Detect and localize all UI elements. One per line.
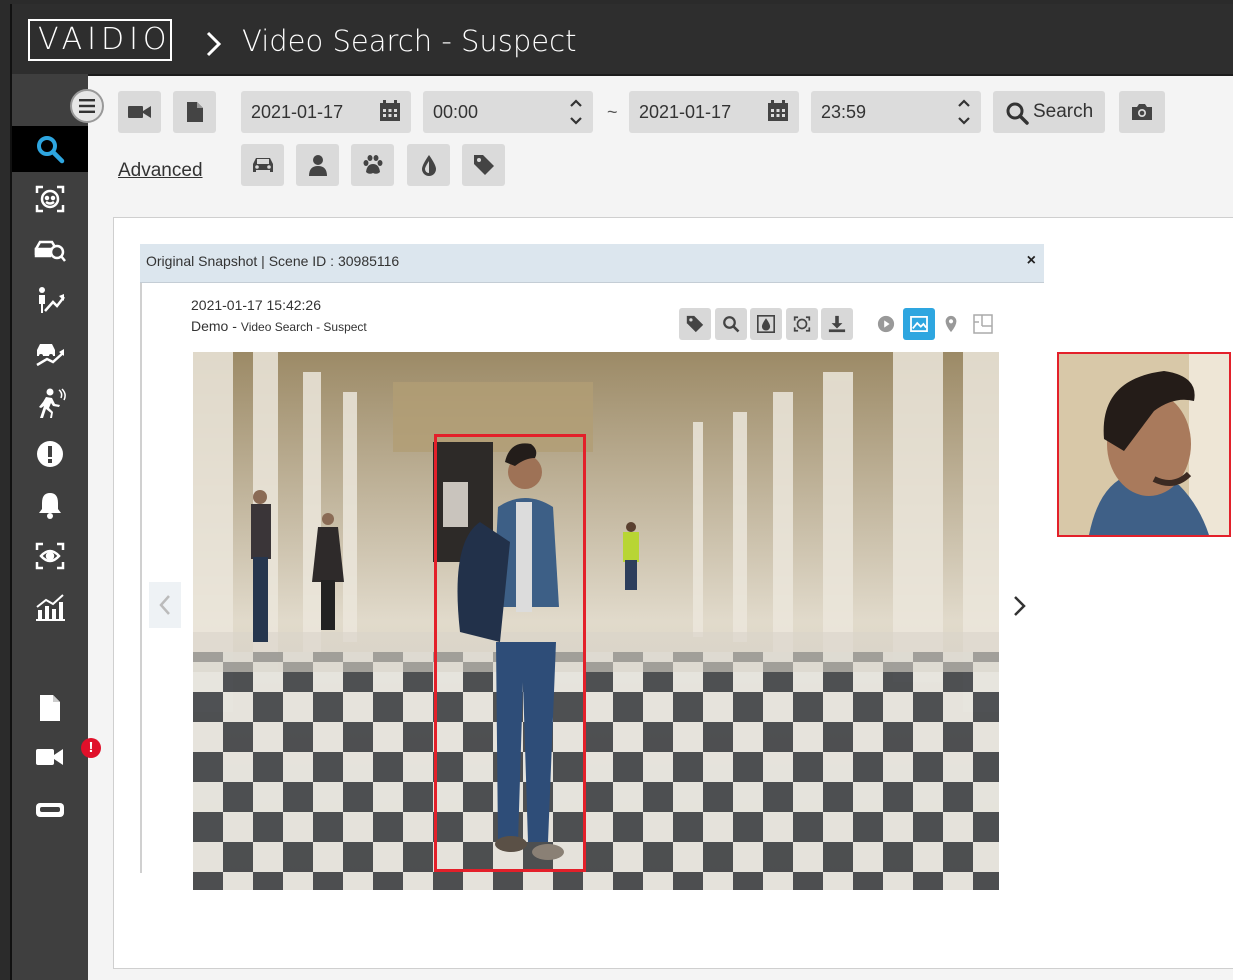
download-snapshot-button[interactable]: [821, 308, 853, 340]
vehicle-trend-icon[interactable]: [12, 329, 88, 375]
search-icon: [723, 316, 740, 333]
alert-icon[interactable]: [12, 431, 88, 477]
next-snapshot-button[interactable]: [1012, 594, 1028, 623]
filter-person-button[interactable]: [296, 144, 339, 186]
download-icon: [828, 315, 846, 333]
end-date-value: 2021-01-17: [639, 102, 732, 122]
car-search-icon[interactable]: [12, 227, 88, 273]
end-time-field[interactable]: 23:59: [811, 91, 981, 133]
face-thumbnail[interactable]: [1057, 352, 1231, 537]
filter-vehicle-button[interactable]: [241, 144, 284, 186]
person-icon: [308, 155, 327, 176]
search-button-label: Search: [1033, 101, 1094, 122]
snapshot-source: Demo - Video Search - Suspect: [191, 318, 367, 334]
photo-camera-icon: [1132, 104, 1152, 120]
search-button[interactable]: Search: [993, 91, 1105, 133]
image-view-button[interactable]: [903, 308, 935, 340]
calendar-icon[interactable]: [767, 100, 789, 122]
video-source-button[interactable]: [118, 91, 161, 133]
date-range-separator: ~: [607, 102, 618, 122]
tag-icon: [686, 315, 704, 333]
start-time-value: 00:00: [433, 102, 479, 122]
snapshot-header: Original Snapshot | Scene ID : 30985116 …: [140, 244, 1044, 283]
time-stepper-icon[interactable]: [569, 97, 583, 127]
tag-icon: [473, 155, 494, 175]
location-button[interactable]: [935, 308, 967, 340]
file-icon: [186, 102, 203, 122]
person-trend-icon[interactable]: [12, 278, 88, 324]
face-snapshot-button[interactable]: [786, 308, 818, 340]
face-scan-icon[interactable]: [12, 176, 88, 222]
storage-icon[interactable]: [12, 787, 88, 833]
filter-color-button[interactable]: [407, 144, 450, 186]
image-icon: [910, 316, 928, 332]
video-camera-icon: [127, 106, 151, 118]
page-title: Video Search - Suspect: [242, 24, 577, 58]
vaidio-logo[interactable]: VAIDIO: [28, 19, 172, 61]
app-window: VAIDIO Video Search - Suspect ! 2021-01-…: [10, 4, 1233, 980]
calendar-icon[interactable]: [379, 100, 401, 122]
snapshot-title: Original Snapshot | Scene ID : 30985116: [146, 253, 400, 269]
sidebar: !: [12, 74, 101, 980]
close-icon[interactable]: ×: [1027, 252, 1036, 270]
snapshot-image[interactable]: [193, 352, 999, 890]
search-icon: [1006, 102, 1029, 125]
camera-alert-badge: !: [81, 737, 101, 758]
face-crop-illustration: [1059, 354, 1229, 535]
camera-group-label: Demo -: [191, 318, 237, 334]
start-date-value: 2021-01-17: [251, 102, 344, 122]
chevron-right-icon: [1014, 596, 1026, 616]
camera-icon[interactable]: !: [12, 736, 101, 782]
zoom-snapshot-button[interactable]: [715, 308, 747, 340]
drop-icon: [421, 155, 436, 176]
end-time-value: 23:59: [821, 102, 867, 122]
bar-chart-icon[interactable]: [12, 584, 88, 630]
hall-scene-illustration: [193, 352, 999, 890]
filter-tag-button[interactable]: [462, 144, 505, 186]
app-header: VAIDIO Video Search - Suspect: [12, 4, 1233, 76]
start-time-field[interactable]: 00:00: [423, 91, 593, 133]
time-stepper-icon[interactable]: [957, 97, 971, 127]
play-video-button[interactable]: [870, 308, 902, 340]
running-person-icon[interactable]: [12, 380, 88, 426]
car-icon: [252, 158, 273, 172]
advanced-link[interactable]: Advanced: [118, 160, 203, 182]
bell-icon[interactable]: [12, 482, 88, 528]
drop-icon: [757, 315, 775, 333]
start-date-field[interactable]: 2021-01-17: [241, 91, 411, 133]
hamburger-icon: [79, 99, 95, 113]
file-source-button[interactable]: [173, 91, 216, 133]
snapshot-search-button[interactable]: [1119, 91, 1165, 133]
eye-scan-icon[interactable]: [12, 533, 88, 579]
map-pin-icon: [945, 315, 957, 333]
previous-snapshot-button[interactable]: [149, 582, 181, 628]
detection-bounding-box[interactable]: [434, 434, 586, 872]
end-date-field[interactable]: 2021-01-17: [629, 91, 799, 133]
camera-name-label: Video Search - Suspect: [240, 320, 367, 334]
play-icon: [877, 315, 895, 333]
search-icon[interactable]: [12, 126, 88, 172]
filter-animal-button[interactable]: [351, 144, 394, 186]
snapshot-timestamp: 2021-01-17 15:42:26: [191, 297, 321, 313]
chevron-left-icon: [159, 595, 170, 615]
paw-icon: [363, 155, 382, 174]
floorplan-button[interactable]: [967, 308, 999, 340]
document-icon[interactable]: [12, 685, 88, 731]
face-scan-icon: [793, 316, 811, 332]
chevron-right-icon: [206, 31, 222, 57]
floorplan-icon: [973, 314, 993, 334]
color-snapshot-button[interactable]: [750, 308, 782, 340]
menu-toggle-button[interactable]: [70, 89, 104, 123]
tag-snapshot-button[interactable]: [679, 308, 711, 340]
